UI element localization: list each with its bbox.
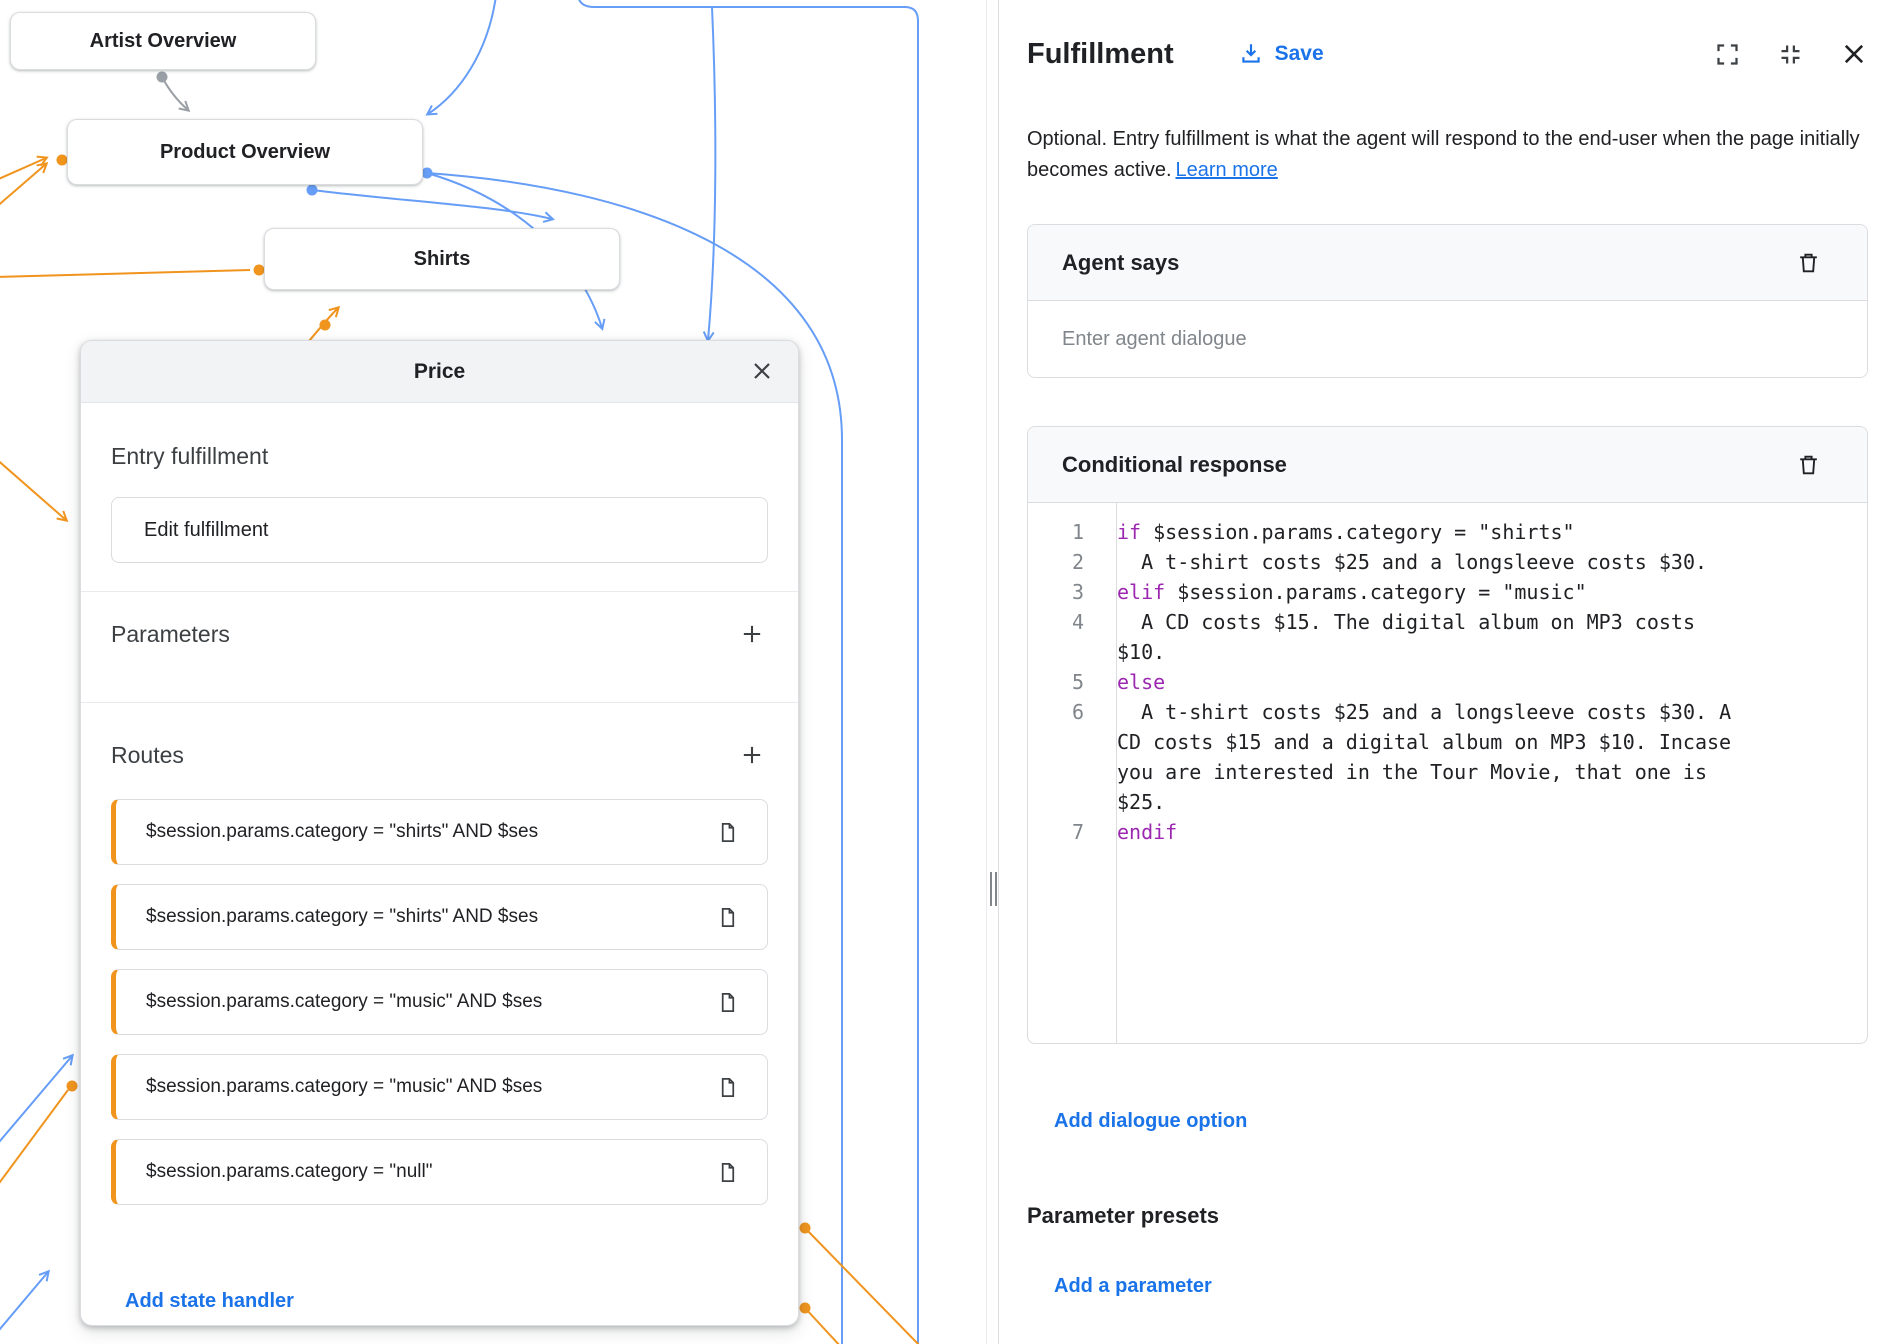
code-line-text: else <box>1117 667 1750 697</box>
node-product-overview[interactable]: Product Overview <box>67 119 423 185</box>
add-parameter-icon[interactable] <box>738 620 766 648</box>
route-condition: $session.params.category = "shirts" AND … <box>146 906 702 928</box>
code-line-text: A CD costs $15. The digital album on MP3… <box>1117 607 1750 667</box>
node-shirts[interactable]: Shirts <box>264 228 620 290</box>
edit-fulfillment-label: Edit fulfillment <box>144 519 269 542</box>
route-page-icon[interactable] <box>716 1076 739 1099</box>
resize-grip <box>990 872 992 906</box>
parameters-section: Parameters <box>111 592 768 674</box>
conditional-response-header: Conditional response <box>1028 427 1867 503</box>
parameter-presets-heading: Parameter presets <box>1027 1203 1868 1229</box>
code-line-number: 4 <box>1028 607 1100 637</box>
add-state-handler-button[interactable]: Add state handler <box>125 1290 294 1313</box>
add-route-icon[interactable] <box>738 741 766 769</box>
route-page-icon[interactable] <box>716 821 739 844</box>
trash-icon[interactable] <box>1796 250 1821 275</box>
code-line-text: endif <box>1117 817 1750 847</box>
agent-says-card: Agent says <box>1027 224 1868 378</box>
code-editor-lines: 1 if $session.params.category = "shirts"… <box>1028 517 1867 847</box>
agent-says-title: Agent says <box>1062 250 1179 276</box>
code-line: 7 endif <box>1028 817 1867 847</box>
route-item[interactable]: $session.params.category = "music" AND $… <box>111 1054 768 1120</box>
fulfillment-panel: Fulfillment Save <box>998 0 1898 1344</box>
code-line: 2 A t-shirt costs $25 and a longsleeve c… <box>1028 547 1867 577</box>
code-line-text: A t-shirt costs $25 and a longsleeve cos… <box>1117 697 1750 817</box>
add-a-parameter-button[interactable]: Add a parameter <box>1054 1275 1212 1298</box>
code-line-number: 3 <box>1028 577 1100 607</box>
dialogflow-flow-builder: Artist Overview Product Overview Shirts … <box>0 0 1898 1344</box>
parameters-heading: Parameters <box>111 621 230 648</box>
add-dialogue-option-button[interactable]: Add dialogue option <box>1054 1110 1247 1133</box>
save-label: Save <box>1275 42 1324 66</box>
code-line-number: 2 <box>1028 547 1100 577</box>
price-node-panel: Price Entry fulfillment Edit fulfillment… <box>80 340 799 1326</box>
code-line-number: 5 <box>1028 667 1100 697</box>
code-line: 3 elif $session.params.category = "music… <box>1028 577 1867 607</box>
code-line-number: 1 <box>1028 517 1100 547</box>
route-item[interactable]: $session.params.category = "music" AND $… <box>111 969 768 1035</box>
fullscreen-exit-icon[interactable] <box>1777 41 1804 68</box>
route-condition: $session.params.category = "music" AND $… <box>146 1076 702 1098</box>
route-condition: $session.params.category = "null" <box>146 1161 702 1183</box>
panel-description: Optional. Entry fulfillment is what the … <box>1027 124 1868 186</box>
learn-more-link[interactable]: Learn more <box>1176 159 1278 181</box>
flow-canvas[interactable]: Artist Overview Product Overview Shirts … <box>0 0 986 1344</box>
agent-says-header: Agent says <box>1028 225 1867 301</box>
code-line-text: elif $session.params.category = "music" <box>1117 577 1750 607</box>
route-page-icon[interactable] <box>716 906 739 929</box>
code-line: 5 else <box>1028 667 1867 697</box>
description-text: Optional. Entry fulfillment is what the … <box>1027 128 1860 181</box>
trash-icon[interactable] <box>1796 452 1821 477</box>
code-line-text: A t-shirt costs $25 and a longsleeve cos… <box>1117 547 1750 577</box>
code-editor[interactable]: 1 if $session.params.category = "shirts"… <box>1028 503 1867 1043</box>
divider <box>1116 503 1117 1043</box>
code-line-number: 7 <box>1028 817 1100 847</box>
resize-grip <box>995 872 997 906</box>
save-button[interactable]: Save <box>1238 41 1324 67</box>
conditional-response-card: Conditional response 1 if $session.param… <box>1027 426 1868 1044</box>
price-panel-body: Entry fulfillment Edit fulfillment Param… <box>81 443 798 1313</box>
save-icon <box>1238 41 1264 67</box>
routes-list: $session.params.category = "shirts" AND … <box>111 799 768 1205</box>
route-item[interactable]: $session.params.category = "null" <box>111 1139 768 1205</box>
fullscreen-icon[interactable] <box>1714 41 1741 68</box>
routes-section: Routes <box>111 703 768 791</box>
node-label: Product Overview <box>160 141 330 164</box>
close-icon[interactable] <box>1840 40 1868 68</box>
panel-resize-handle[interactable] <box>986 0 998 1344</box>
node-label: Artist Overview <box>90 30 237 53</box>
code-line-text: if $session.params.category = "shirts" <box>1117 517 1750 547</box>
entry-fulfillment-heading: Entry fulfillment <box>111 443 768 470</box>
node-label: Shirts <box>414 248 471 271</box>
route-page-icon[interactable] <box>716 1161 739 1184</box>
code-line: 1 if $session.params.category = "shirts" <box>1028 517 1867 547</box>
panel-title: Fulfillment <box>1027 38 1174 71</box>
route-condition: $session.params.category = "music" AND $… <box>146 991 702 1013</box>
routes-heading: Routes <box>111 742 184 769</box>
code-line: 6 A t-shirt costs $25 and a longsleeve c… <box>1028 697 1867 817</box>
route-page-icon[interactable] <box>716 991 739 1014</box>
edit-fulfillment-button[interactable]: Edit fulfillment <box>111 497 768 563</box>
price-panel-header: Price <box>81 341 798 403</box>
code-line-number: 6 <box>1028 697 1100 727</box>
fulfillment-panel-header: Fulfillment Save <box>1027 28 1868 80</box>
route-condition: $session.params.category = "shirts" AND … <box>146 821 702 843</box>
node-artist-overview[interactable]: Artist Overview <box>10 12 316 70</box>
route-item[interactable]: $session.params.category = "shirts" AND … <box>111 884 768 950</box>
conditional-response-title: Conditional response <box>1062 452 1287 478</box>
price-panel-title: Price <box>414 360 465 384</box>
close-icon[interactable] <box>750 359 774 383</box>
route-item[interactable]: $session.params.category = "shirts" AND … <box>111 799 768 865</box>
code-line: 4 A CD costs $15. The digital album on M… <box>1028 607 1867 667</box>
agent-dialogue-input[interactable] <box>1028 301 1867 377</box>
